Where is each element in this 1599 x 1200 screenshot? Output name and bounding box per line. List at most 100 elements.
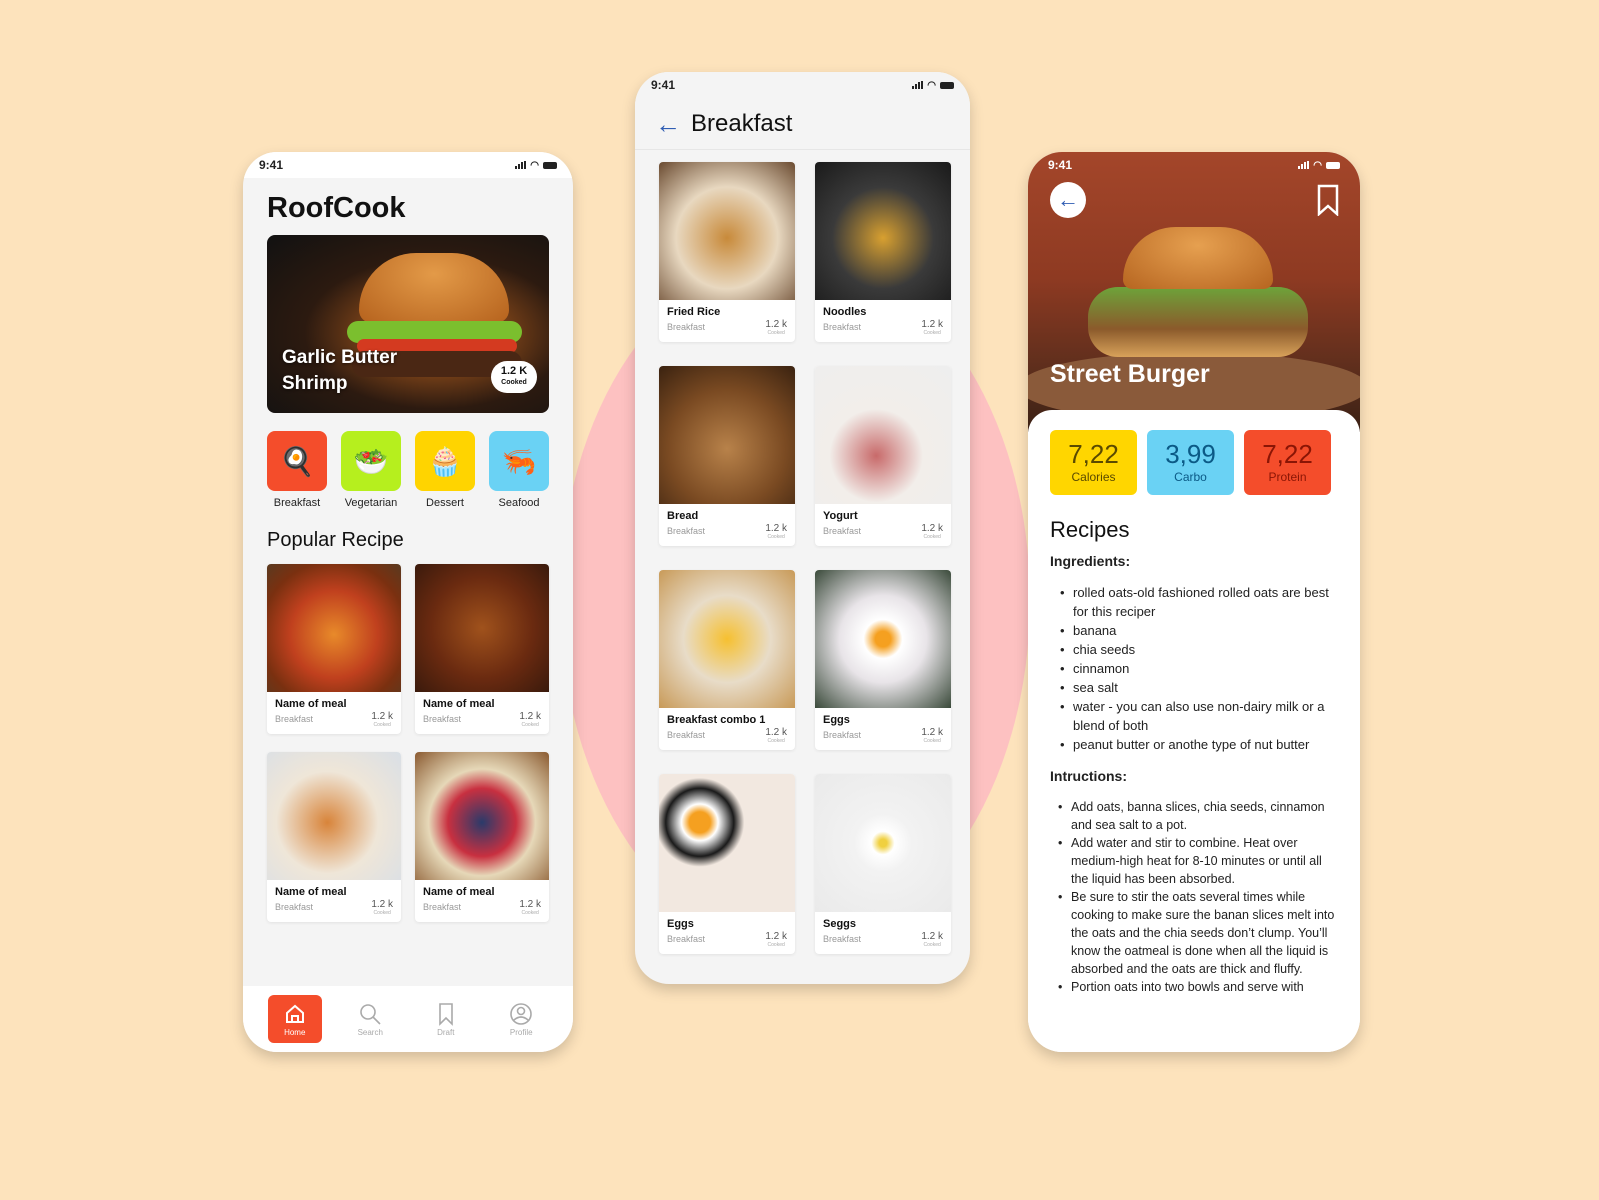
recipe-card[interactable]: Name of meal Breakfast 1.2 k Cooked: [267, 564, 401, 734]
recipe-image-pizza: [267, 564, 401, 692]
recipe-image-fried-rice: [659, 162, 795, 300]
featured-recipe-title: Garlic Butter Shrimp: [282, 345, 397, 397]
page-header: ← Breakfast: [635, 98, 970, 150]
instruction-item: Portion oats into two bowls and serve wi…: [1058, 978, 1338, 996]
recipe-image-berry-oats: [415, 752, 549, 880]
recipe-image-noodle-bowl: [267, 752, 401, 880]
stat-label: Calories: [1071, 470, 1116, 484]
stat-value: 7,22: [1262, 439, 1313, 469]
recipe-count: 1.2 k Cooked: [519, 712, 541, 730]
recipe-name: Noodles: [823, 306, 867, 318]
tab-profile[interactable]: Profile: [494, 995, 548, 1043]
back-button[interactable]: ←: [1050, 182, 1086, 218]
recipe-name: Fried Rice: [667, 306, 721, 318]
recipe-image-noodles: [815, 162, 951, 300]
status-bar: 9:41 ◠: [635, 72, 970, 98]
status-icons: ◠: [515, 160, 557, 171]
recipe-card[interactable]: Eggs Breakfast 1.2 k Cooked: [815, 570, 951, 750]
recipe-card[interactable]: Noodles Breakfast 1.2 k Cooked: [815, 162, 951, 342]
hero-image-bun: [1123, 227, 1273, 289]
status-icons: ◠: [912, 80, 954, 91]
status-bar: 9:41 ◠: [243, 152, 573, 178]
bottom-tab-bar: Home Search Draft Profile: [243, 986, 573, 1052]
tab-label: Home: [284, 1027, 306, 1037]
section-title: Popular Recipe: [267, 529, 404, 551]
recipe-detail-sheet: 7,22 Calories 3,99 Carbo 7,22 Protein Recip…: [1028, 410, 1360, 1052]
instruction-item: Add oats, banna slices, chia seeds, cinn…: [1058, 798, 1338, 834]
recipe-title: Street Burger: [1050, 360, 1210, 388]
wifi-icon: ◠: [927, 79, 936, 91]
recipe-count: 1.2 k Cooked: [765, 728, 787, 746]
status-time: 9:41: [1048, 158, 1073, 172]
count-label: Cooked: [521, 910, 539, 916]
count-label: Cooked: [767, 942, 785, 948]
count-label: Cooked: [373, 722, 391, 728]
recipe-card[interactable]: Name of meal Breakfast 1.2 k Cooked: [415, 752, 549, 922]
ingredient-item: banana: [1060, 621, 1338, 640]
instruction-item: Be sure to stir the oats several times w…: [1058, 888, 1338, 978]
category-vegetarian[interactable]: 🥗 Vegetarian: [341, 431, 401, 509]
recipe-card[interactable]: Seggs Breakfast 1.2 k Cooked: [815, 774, 951, 954]
recipe-count: 1.2 k Cooked: [371, 712, 393, 730]
recipe-count: 1.2 k Cooked: [519, 900, 541, 918]
recipe-card[interactable]: Name of meal Breakfast 1.2 k Cooked: [267, 752, 401, 922]
recipe-name: Seggs: [823, 918, 857, 930]
ingredient-item: sea salt: [1060, 678, 1338, 697]
recipe-card[interactable]: Fried Rice Breakfast 1.2 k Cooked: [659, 162, 795, 342]
stat-protein: 7,22 Protein: [1244, 430, 1331, 495]
tab-draft[interactable]: Draft: [419, 995, 473, 1043]
status-bar: 9:41 ◠: [1028, 152, 1360, 178]
category-dessert[interactable]: 🧁 Dessert: [415, 431, 475, 509]
cooked-count-badge: 1.2 K Cooked: [491, 361, 537, 393]
page-title: Breakfast: [691, 109, 793, 137]
tab-home[interactable]: Home: [267, 995, 322, 1043]
stat-value: 3,99: [1165, 439, 1216, 469]
count-label: Cooked: [767, 738, 785, 744]
count-label: Cooked: [923, 330, 941, 336]
back-arrow-icon[interactable]: ←: [655, 111, 681, 137]
count-label: Cooked: [923, 738, 941, 744]
category-seafood[interactable]: 🦐 Seafood: [489, 431, 549, 509]
recipe-card[interactable]: Eggs Breakfast 1.2 k Cooked: [659, 774, 795, 954]
tab-label: Profile: [509, 1027, 533, 1037]
breakfast-grid: Fried Rice Breakfast 1.2 k Cooked Noodles Br…: [659, 162, 970, 954]
category-breakfast[interactable]: 🍳 Breakfast: [267, 431, 327, 509]
recipe-name: Bread: [667, 510, 699, 522]
stat-value: 7,22: [1068, 439, 1119, 469]
featured-title-line1: Garlic Butter: [282, 347, 398, 368]
recipe-card[interactable]: Bread Breakfast 1.2 k Cooked: [659, 366, 795, 546]
featured-recipe-card[interactable]: Garlic Butter Shrimp 1.2 K Cooked: [267, 235, 549, 413]
home-icon: [285, 1004, 304, 1023]
recipes-heading: Recipes: [1050, 517, 1130, 542]
stat-calories: 7,22 Calories: [1050, 430, 1137, 495]
ingredient-item: rolled oats-old fashioned rolled oats ar…: [1060, 583, 1338, 621]
cooked-label: Cooked: [501, 379, 527, 386]
vegetarian-icon: 🥗: [341, 431, 401, 491]
seafood-icon: 🦐: [489, 431, 549, 491]
home-screen: 9:41 ◠ RoofCook Garlic Butter Shrimp 1.2…: [243, 152, 573, 1052]
recipe-name: Name of meal: [275, 886, 347, 898]
tab-label: Draft: [437, 1027, 455, 1037]
category-label: Seafood: [498, 497, 540, 509]
battery-icon: [940, 81, 954, 89]
count-label: Cooked: [923, 942, 941, 948]
ingredients-list: rolled oats-old fashioned rolled oats ar…: [1060, 583, 1338, 754]
stat-carbo: 3,99 Carbo: [1147, 430, 1234, 495]
status-time: 9:41: [259, 158, 284, 172]
battery-icon: [543, 161, 557, 169]
recipe-count: 1.2 k Cooked: [371, 900, 393, 918]
recipe-card[interactable]: Yogurt Breakfast 1.2 k Cooked: [815, 366, 951, 546]
tab-search[interactable]: Search: [343, 995, 397, 1043]
recipe-card[interactable]: Name of meal Breakfast 1.2 k Cooked: [415, 564, 549, 734]
instruction-item: Add water and stir to combine. Heat over…: [1058, 834, 1338, 888]
recipe-image-yogurt: [815, 366, 951, 504]
bookmark-icon[interactable]: [1316, 184, 1340, 216]
recipe-card[interactable]: Breakfast combo 1 Breakfast 1.2 k Cooked: [659, 570, 795, 750]
breakfast-icon: 🍳: [267, 431, 327, 491]
nutrition-stats: 7,22 Calories 3,99 Carbo 7,22 Protein: [1050, 430, 1338, 495]
back-arrow-icon: ←: [1057, 187, 1079, 212]
status-time: 9:41: [651, 78, 676, 92]
signal-icon: [515, 161, 527, 169]
ingredients-heading: Ingredients:: [1050, 553, 1131, 569]
ingredient-item: cinnamon: [1060, 659, 1338, 678]
